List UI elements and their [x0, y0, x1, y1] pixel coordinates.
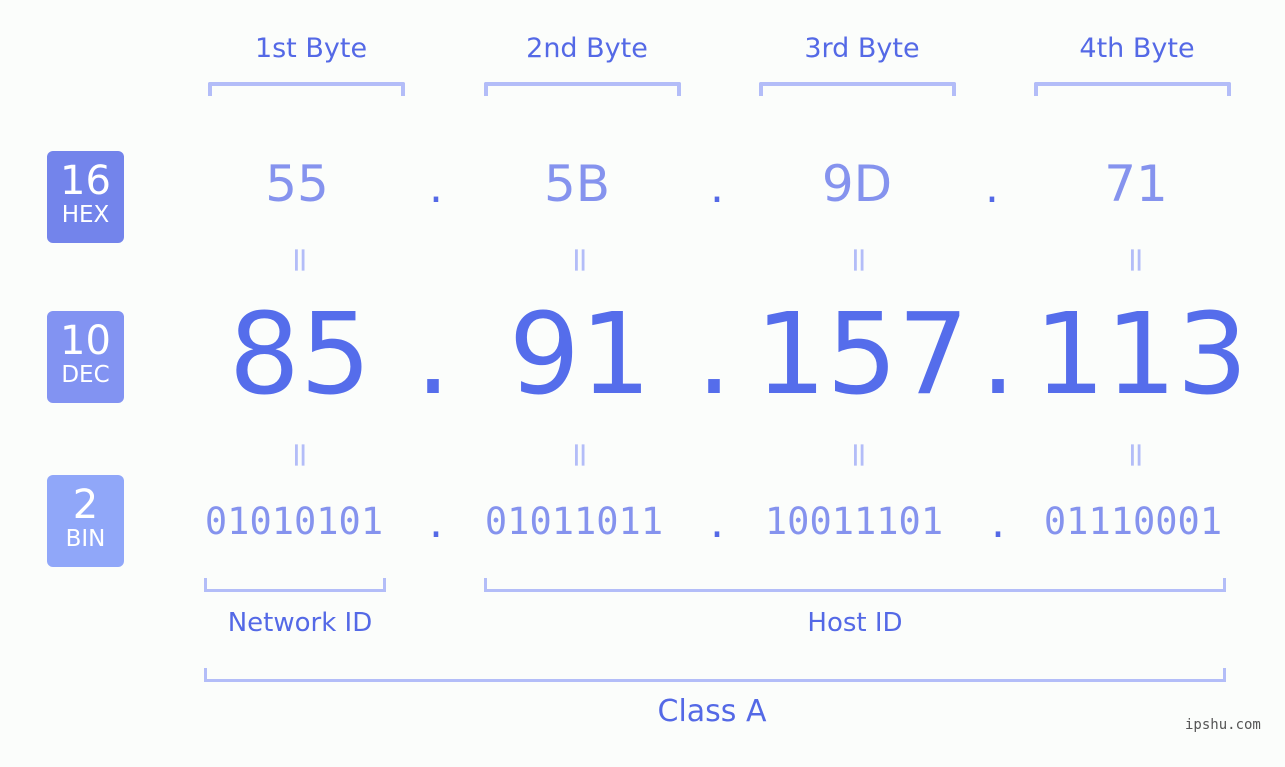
dec-byte-2: 91 [508, 290, 652, 420]
hex-dot-3: . [985, 162, 999, 213]
dec-label: DEC [61, 362, 110, 388]
bin-byte-4: 01110001 [1043, 500, 1223, 543]
byte-header-4: 4th Byte [1079, 33, 1195, 64]
byte-header-3: 3rd Byte [804, 33, 920, 64]
dec-byte-1: 85 [228, 290, 372, 420]
dec-base: 10 [60, 318, 111, 364]
dec-dot-2: . [696, 290, 732, 420]
hex-badge: 16 HEX [47, 151, 124, 243]
dec-byte-4: 113 [1034, 290, 1248, 420]
byte-header-2: 2nd Byte [526, 33, 648, 64]
bin-dot-3: . [986, 503, 1010, 546]
equals-icon: = [560, 245, 600, 275]
byte-bracket-3 [759, 82, 956, 96]
equals-icon: = [1116, 440, 1156, 470]
class-label: Class A [657, 694, 767, 729]
byte-bracket-4 [1034, 82, 1231, 96]
dec-byte-3: 157 [755, 290, 969, 420]
hex-byte-3: 9D [821, 155, 893, 213]
dec-dot-3: . [980, 290, 1016, 420]
byte-header-1: 1st Byte [254, 33, 368, 64]
hex-byte-2: 5B [543, 155, 611, 213]
host-id-label: Host ID [807, 608, 903, 638]
hex-base: 16 [60, 158, 111, 204]
bin-byte-3: 10011101 [764, 500, 944, 543]
equals-icon: = [839, 245, 879, 275]
bin-byte-1: 01010101 [204, 500, 384, 543]
hex-dot-2: . [710, 162, 724, 213]
equals-icon: = [280, 245, 320, 275]
hex-byte-1: 55 [265, 155, 329, 213]
byte-bracket-2 [484, 82, 681, 96]
bin-badge: 2 BIN [47, 475, 124, 567]
class-bracket [204, 668, 1226, 682]
dec-dot-1: . [415, 290, 451, 420]
bin-dot-1: . [424, 503, 448, 546]
bin-label: BIN [65, 526, 106, 552]
bin-dot-2: . [705, 503, 729, 546]
equals-icon: = [839, 440, 879, 470]
bin-byte-2: 01011011 [484, 500, 664, 543]
equals-icon: = [280, 440, 320, 470]
bin-base: 2 [72, 482, 99, 528]
hex-byte-4: 71 [1104, 155, 1168, 213]
network-id-bracket [204, 578, 386, 592]
equals-icon: = [560, 440, 600, 470]
byte-bracket-1 [208, 82, 405, 96]
watermark: ipshu.com [1185, 717, 1261, 733]
hex-label: HEX [61, 202, 110, 228]
network-id-label: Network ID [227, 608, 373, 638]
host-id-bracket [484, 578, 1226, 592]
dec-badge: 10 DEC [47, 311, 124, 403]
equals-icon: = [1116, 245, 1156, 275]
hex-dot-1: . [429, 162, 443, 213]
